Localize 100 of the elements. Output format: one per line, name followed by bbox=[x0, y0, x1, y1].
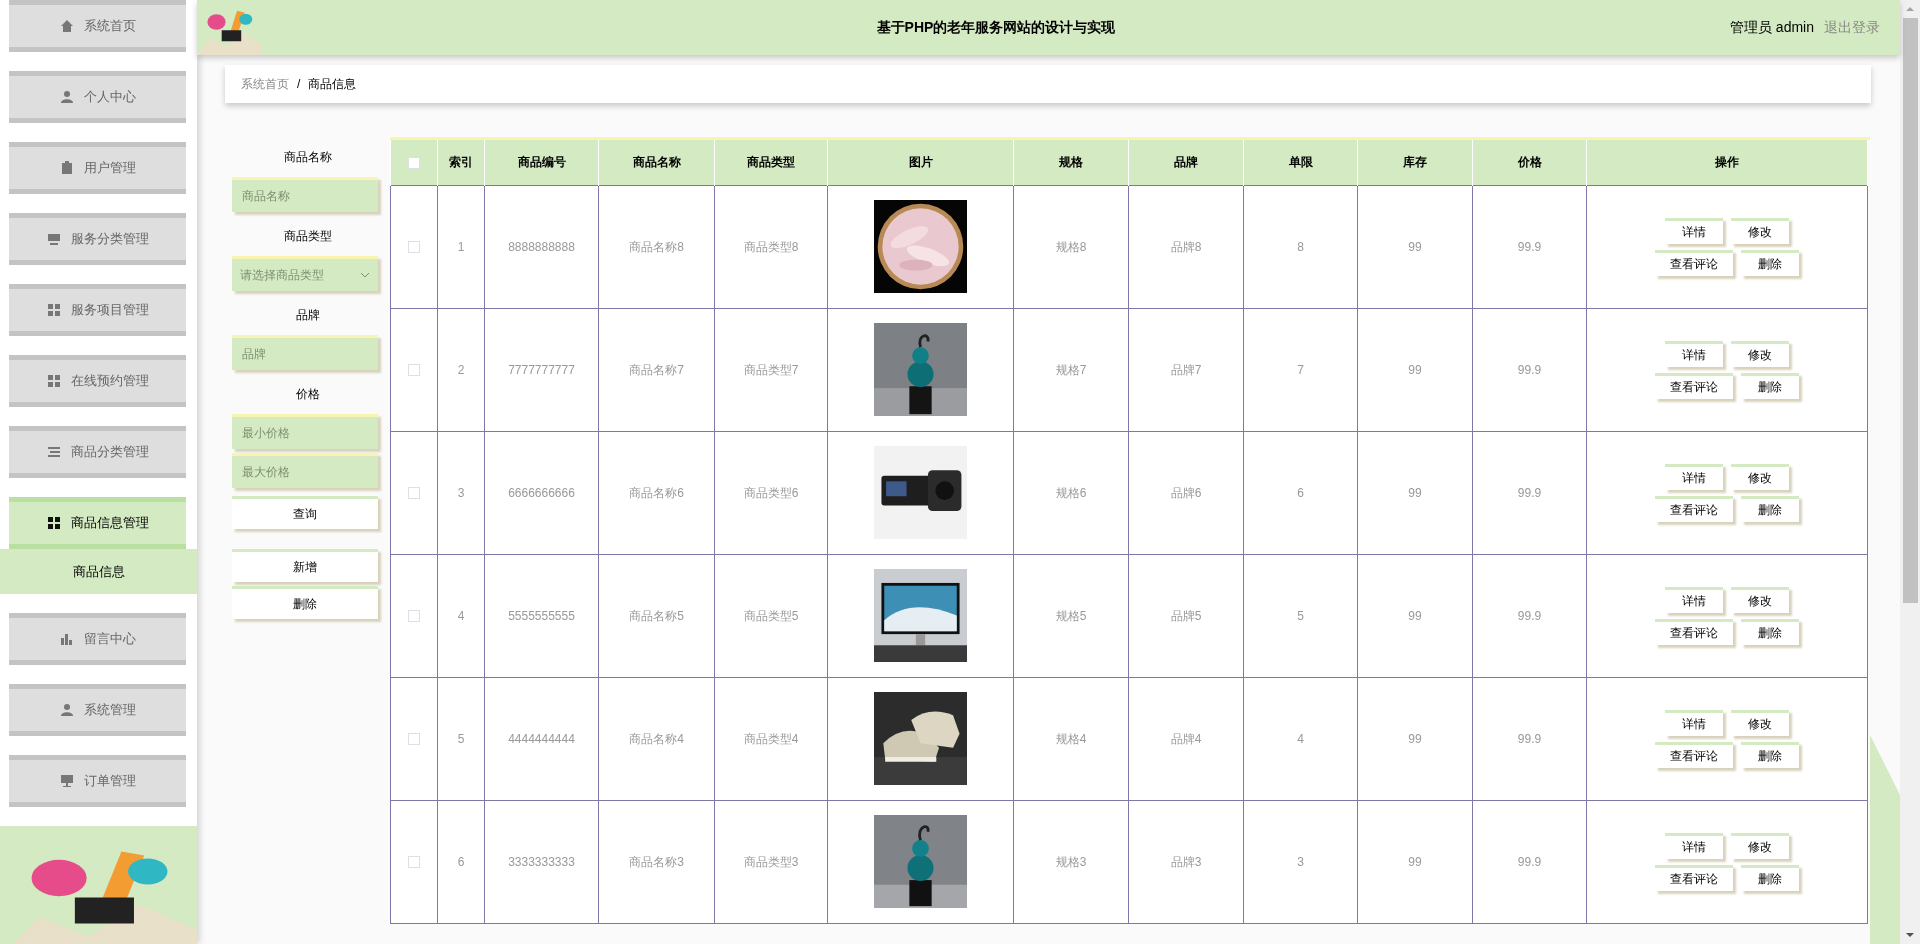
table-cell: 99 bbox=[1357, 800, 1473, 923]
row-action-button[interactable]: 查看评论 bbox=[1655, 741, 1733, 768]
column-header[interactable]: 价格 bbox=[1472, 140, 1587, 185]
row-action-button[interactable]: 删除 bbox=[1741, 741, 1799, 768]
table-cell: 规格3 bbox=[1013, 800, 1129, 923]
row-action-button[interactable]: 查看评论 bbox=[1655, 864, 1733, 891]
row-action-button[interactable]: 查看评论 bbox=[1655, 495, 1733, 522]
sidebar-item[interactable]: 服务分类管理 bbox=[9, 213, 186, 265]
clipboard-icon bbox=[59, 161, 74, 175]
monitor-icon bbox=[59, 774, 74, 788]
column-header[interactable]: 库存 bbox=[1357, 140, 1473, 185]
column-header[interactable]: 品牌 bbox=[1128, 140, 1244, 185]
checkbox[interactable] bbox=[408, 364, 420, 377]
home-icon bbox=[59, 19, 74, 33]
table-cell: 7 bbox=[1243, 308, 1358, 431]
row-action-button[interactable]: 详情 bbox=[1665, 340, 1723, 367]
table-cell: 品牌4 bbox=[1128, 677, 1244, 800]
row-action-button[interactable]: 删除 bbox=[1741, 495, 1799, 522]
table-cell: 99.9 bbox=[1472, 677, 1587, 800]
action-button[interactable]: 新增 bbox=[232, 549, 378, 582]
breadcrumb-link[interactable]: 系统首页 bbox=[241, 75, 289, 93]
scroll-thumb[interactable] bbox=[1902, 18, 1918, 603]
table-cell: 商品类型8 bbox=[714, 185, 828, 308]
row-action-button[interactable]: 删除 bbox=[1741, 864, 1799, 891]
column-header[interactable]: 操作 bbox=[1586, 140, 1868, 185]
checkbox[interactable] bbox=[408, 610, 420, 623]
table-cell: 商品名称7 bbox=[598, 308, 715, 431]
input-field[interactable]: 品牌 bbox=[232, 335, 378, 370]
breadcrumb-current: 商品信息 bbox=[308, 76, 357, 93]
user-icon bbox=[59, 90, 74, 104]
checkbox[interactable] bbox=[408, 733, 420, 746]
table-cell: 1 bbox=[437, 185, 485, 308]
table-cell: 商品类型7 bbox=[714, 308, 828, 431]
sidebar-item[interactable]: 商品信息管理 bbox=[9, 497, 186, 549]
table-cell: 99.9 bbox=[1472, 308, 1587, 431]
table-cell: 规格5 bbox=[1013, 554, 1129, 677]
sidebar-item[interactable]: 个人中心 bbox=[9, 71, 186, 123]
row-action-button[interactable]: 查看评论 bbox=[1655, 249, 1733, 276]
table-cell: 99 bbox=[1357, 185, 1473, 308]
row-action-button[interactable]: 修改 bbox=[1731, 463, 1789, 490]
action-button[interactable]: 查询 bbox=[232, 496, 378, 529]
table-cell: 8888888888 bbox=[484, 185, 599, 308]
input-field[interactable]: 商品名称 bbox=[232, 177, 378, 212]
sidebar-item[interactable]: 商品分类管理 bbox=[9, 426, 186, 478]
table-cell: 商品名称3 bbox=[598, 800, 715, 923]
row-action-button[interactable]: 查看评论 bbox=[1655, 372, 1733, 399]
table-cell: 5 bbox=[1243, 554, 1358, 677]
row-action-button[interactable]: 详情 bbox=[1665, 586, 1723, 613]
row-action-button[interactable]: 删除 bbox=[1741, 372, 1799, 399]
checkbox[interactable] bbox=[408, 487, 420, 500]
column-header[interactable]: 规格 bbox=[1013, 140, 1129, 185]
row-action-button[interactable]: 修改 bbox=[1731, 217, 1789, 244]
grid-icon bbox=[46, 303, 61, 317]
sidebar-item[interactable]: 服务项目管理 bbox=[9, 284, 186, 336]
grid-icon bbox=[46, 516, 61, 530]
filter-label: 商品名称 bbox=[283, 149, 333, 166]
checkbox[interactable] bbox=[408, 157, 420, 170]
row-action-button[interactable]: 修改 bbox=[1731, 832, 1789, 859]
sidebar-item[interactable]: 用户管理 bbox=[9, 142, 186, 194]
sidebar-item[interactable]: 系统首页 bbox=[9, 0, 186, 52]
table-cell: 3 bbox=[437, 431, 485, 554]
filter-label: 品牌 bbox=[295, 307, 321, 324]
row-action-button[interactable]: 详情 bbox=[1665, 709, 1723, 736]
row-action-button[interactable]: 修改 bbox=[1731, 709, 1789, 736]
table-cell: 4444444444 bbox=[484, 677, 599, 800]
table-cell: 4 bbox=[1243, 677, 1358, 800]
sidebar-subitem[interactable]: 商品信息 bbox=[0, 549, 197, 594]
chevron-down-icon bbox=[360, 272, 370, 278]
row-action-button[interactable]: 删除 bbox=[1741, 249, 1799, 276]
column-header[interactable]: 商品类型 bbox=[714, 140, 828, 185]
input-field[interactable]: 最小价格 bbox=[232, 414, 378, 449]
checkbox[interactable] bbox=[408, 241, 420, 254]
row-action-button[interactable]: 修改 bbox=[1731, 586, 1789, 613]
table-cell: 商品名称8 bbox=[598, 185, 715, 308]
column-header[interactable]: 单限 bbox=[1243, 140, 1358, 185]
scrollbar[interactable] bbox=[1900, 0, 1920, 944]
sidebar-item[interactable]: 订单管理 bbox=[9, 755, 186, 807]
sidebar-item[interactable]: 在线预约管理 bbox=[9, 355, 186, 407]
table-cell: 规格7 bbox=[1013, 308, 1129, 431]
input-field[interactable]: 最大价格 bbox=[232, 453, 378, 488]
table-cell: 8 bbox=[1243, 185, 1358, 308]
row-action-button[interactable]: 详情 bbox=[1665, 217, 1723, 244]
table-cell: 99.9 bbox=[1472, 431, 1587, 554]
column-header[interactable]: 商品编号 bbox=[484, 140, 599, 185]
column-header[interactable]: 商品名称 bbox=[598, 140, 715, 185]
table-cell: 品牌8 bbox=[1128, 185, 1244, 308]
row-action-button[interactable]: 详情 bbox=[1665, 832, 1723, 859]
checkbox[interactable] bbox=[408, 856, 420, 869]
row-action-button[interactable]: 修改 bbox=[1731, 340, 1789, 367]
table-cell: 商品类型5 bbox=[714, 554, 828, 677]
column-header[interactable]: 图片 bbox=[827, 140, 1014, 185]
sidebar-item[interactable]: 系统管理 bbox=[9, 684, 186, 736]
user-icon bbox=[59, 703, 74, 717]
sidebar-item[interactable]: 留言中心 bbox=[9, 613, 186, 665]
row-action-button[interactable]: 详情 bbox=[1665, 463, 1723, 490]
row-action-button[interactable]: 删除 bbox=[1741, 618, 1799, 645]
table-cell: 99 bbox=[1357, 554, 1473, 677]
column-header[interactable]: 索引 bbox=[437, 140, 485, 185]
row-action-button[interactable]: 查看评论 bbox=[1655, 618, 1733, 645]
action-button[interactable]: 删除 bbox=[232, 586, 378, 619]
